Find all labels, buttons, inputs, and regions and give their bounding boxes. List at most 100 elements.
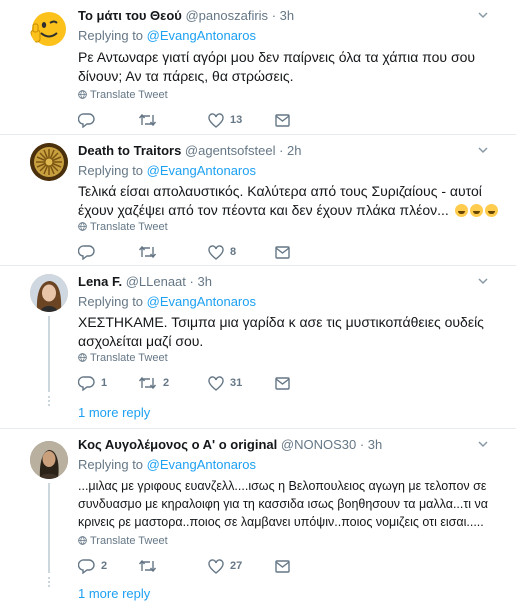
replying-to-label: Replying to <box>78 163 144 178</box>
like-count: 31 <box>230 377 243 389</box>
user-handle[interactable]: @NONOS30 <box>281 437 356 452</box>
retweet-button[interactable]: 2 <box>138 374 169 392</box>
avatar[interactable] <box>30 441 68 479</box>
translate-tweet[interactable]: Translate Tweet <box>78 535 168 547</box>
mention-link[interactable]: @EvangAntonaros <box>147 457 256 472</box>
chevron-down-icon[interactable] <box>478 276 488 286</box>
tweet-text-body: Τελικά είσαι απολαυστικός. Καλύτερα από … <box>78 183 482 218</box>
heart-icon <box>208 558 224 574</box>
user-handle[interactable]: @agentsofsteel <box>185 143 276 158</box>
translate-label: Translate Tweet <box>90 221 168 233</box>
reply-button[interactable]: 1 <box>78 374 107 392</box>
like-button[interactable]: 31 <box>208 374 242 392</box>
avatar[interactable] <box>30 143 68 181</box>
mention-link[interactable]: @EvangAntonaros <box>147 28 256 43</box>
dm-button[interactable] <box>275 243 290 261</box>
more-replies-link[interactable]: 1 more reply <box>78 405 150 420</box>
display-name[interactable]: Lena F. <box>78 274 122 289</box>
mention-link[interactable]: @EvangAntonaros <box>147 163 256 178</box>
tweet-actions: 1 2 31 <box>78 374 308 392</box>
tweet[interactable]: Lena F. @LLenaat · 3h Replying to @Evang… <box>0 266 516 428</box>
retweet-icon <box>138 245 157 259</box>
reply-icon <box>78 112 95 128</box>
thumbs-up-emoji-icon <box>30 12 66 46</box>
retweet-icon <box>138 376 157 390</box>
timestamp[interactable]: 3h <box>280 8 294 23</box>
translate-tweet[interactable]: Translate Tweet <box>78 221 168 233</box>
like-count: 13 <box>230 114 243 126</box>
reply-count: 1 <box>101 377 108 389</box>
dm-button[interactable] <box>275 111 290 129</box>
mention-link[interactable]: @EvangAntonaros <box>147 294 256 309</box>
timestamp[interactable]: 2h <box>287 143 301 158</box>
tweet[interactable]: Death to Traitors @agentsofsteel · 2h Re… <box>0 135 516 265</box>
globe-icon <box>78 353 87 362</box>
separator-dot: · <box>359 437 365 452</box>
replying-to: Replying to @EvangAntonaros <box>78 457 256 472</box>
dm-button[interactable] <box>275 557 290 575</box>
more-replies-link[interactable]: 1 more reply <box>78 586 150 601</box>
user-handle[interactable]: @LLenaat <box>126 274 186 289</box>
retweet-button[interactable] <box>138 243 163 261</box>
replying-to: Replying to @EvangAntonaros <box>78 28 256 43</box>
tweet-text: ...μιλας με γριφους ευανζελλ....ισως η Β… <box>78 479 489 529</box>
user-handle[interactable]: @panoszafiris <box>185 8 268 23</box>
tweet[interactable]: Κος Αυγολέμονος ο Α' ο original @NONOS30… <box>0 429 516 606</box>
reply-button[interactable]: 2 <box>78 557 107 575</box>
chevron-down-icon[interactable] <box>478 439 488 449</box>
thread-line <box>48 483 50 573</box>
like-button[interactable]: 13 <box>208 111 242 129</box>
globe-icon <box>78 90 87 99</box>
timestamp[interactable]: 3h <box>198 274 212 289</box>
separator-dot: · <box>189 274 194 289</box>
translate-tweet[interactable]: Translate Tweet <box>78 352 168 364</box>
retweet-count: 2 <box>163 377 170 389</box>
tweet-actions: 13 <box>78 111 308 129</box>
envelope-icon <box>275 245 290 259</box>
avatar[interactable] <box>30 10 68 48</box>
translate-label: Translate Tweet <box>90 352 168 364</box>
heart-icon <box>208 375 224 391</box>
retweet-button[interactable] <box>138 111 163 129</box>
thread-line <box>48 316 50 392</box>
laughing-emoji-icon <box>454 204 468 217</box>
translate-label: Translate Tweet <box>90 535 168 547</box>
reply-button[interactable] <box>78 111 101 129</box>
like-count: 8 <box>230 246 237 258</box>
retweet-button[interactable] <box>138 557 163 575</box>
chevron-down-icon[interactable] <box>478 10 488 20</box>
tweet-actions: 2 27 <box>78 557 308 575</box>
display-name[interactable]: Κος Αυγολέμονος ο Α' ο original <box>78 437 277 452</box>
replying-to-label: Replying to <box>78 457 144 472</box>
tweet-actions: 8 <box>78 243 308 261</box>
separator-dot: · <box>279 143 284 158</box>
timestamp[interactable]: 3h <box>368 437 382 452</box>
display-name[interactable]: Το μάτι του Θεού <box>78 8 182 23</box>
translate-tweet[interactable]: Translate Tweet <box>78 89 168 101</box>
reply-icon <box>78 244 95 260</box>
thread-dots <box>48 396 50 408</box>
heart-icon <box>208 112 224 128</box>
laughing-emoji-icon <box>469 204 483 217</box>
translate-label: Translate Tweet <box>90 89 168 101</box>
reply-button[interactable] <box>78 243 101 261</box>
envelope-icon <box>275 376 290 390</box>
reply-icon <box>78 558 95 574</box>
tweet-feed: Το μάτι του Θεού @panoszafiris · 3h Repl… <box>0 0 516 606</box>
vergina-sun-icon <box>30 143 68 181</box>
envelope-icon <box>275 559 290 573</box>
globe-icon <box>78 222 87 231</box>
user-photo-icon <box>30 274 68 312</box>
avatar[interactable] <box>30 274 68 312</box>
like-button[interactable]: 27 <box>208 557 242 575</box>
chevron-down-icon[interactable] <box>478 145 488 155</box>
tweet-text: Τελικά είσαι απολαυστικός. Καλύτερα από … <box>78 182 498 220</box>
heart-icon <box>208 244 224 260</box>
like-count: 27 <box>230 560 243 572</box>
like-button[interactable]: 8 <box>208 243 236 261</box>
dm-button[interactable] <box>275 374 290 392</box>
display-name[interactable]: Death to Traitors <box>78 143 181 158</box>
tweet[interactable]: Το μάτι του Θεού @panoszafiris · 3h Repl… <box>0 0 516 134</box>
envelope-icon <box>275 113 290 127</box>
tweet-text: ΧΕΣΤΗΚΑΜΕ. Τσιμπα μια γαρίδα κ ασε τις μ… <box>78 314 484 349</box>
